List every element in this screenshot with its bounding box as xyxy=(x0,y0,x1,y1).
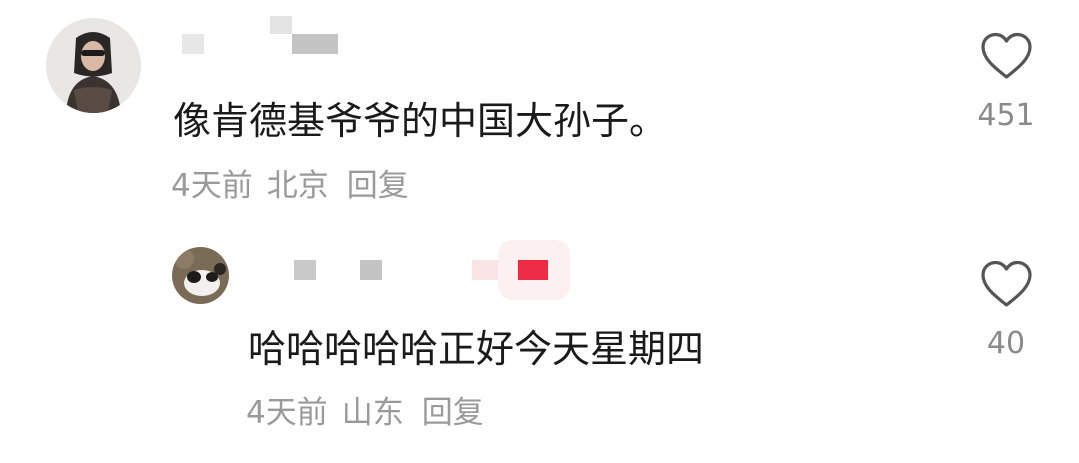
comment-meta: 4天前 北京 回复 xyxy=(171,160,423,205)
comment-time: 4天前 xyxy=(246,395,328,431)
comment-time: 4天前 xyxy=(171,168,253,204)
comment-meta: 4天前 山东 回复 xyxy=(246,387,498,432)
avatar[interactable] xyxy=(46,18,141,113)
username-redacted[interactable] xyxy=(290,240,580,300)
comment-location: 山东 xyxy=(341,395,404,431)
comment-text: 像肯德基爷爷的中国大孙子。 xyxy=(173,99,668,143)
reply-button[interactable]: 回复 xyxy=(347,168,409,204)
avatar[interactable] xyxy=(172,247,229,304)
comment-text: 哈哈哈哈哈正好今天星期四 xyxy=(248,327,705,371)
username-redacted[interactable] xyxy=(178,16,348,60)
heart-outline-icon[interactable] xyxy=(979,31,1034,81)
heart-outline-icon[interactable] xyxy=(979,259,1034,309)
like-count: 451 xyxy=(977,98,1035,133)
like-count: 40 xyxy=(986,326,1026,361)
comment-location: 北京 xyxy=(266,168,329,204)
reply-button[interactable]: 回复 xyxy=(422,395,484,431)
